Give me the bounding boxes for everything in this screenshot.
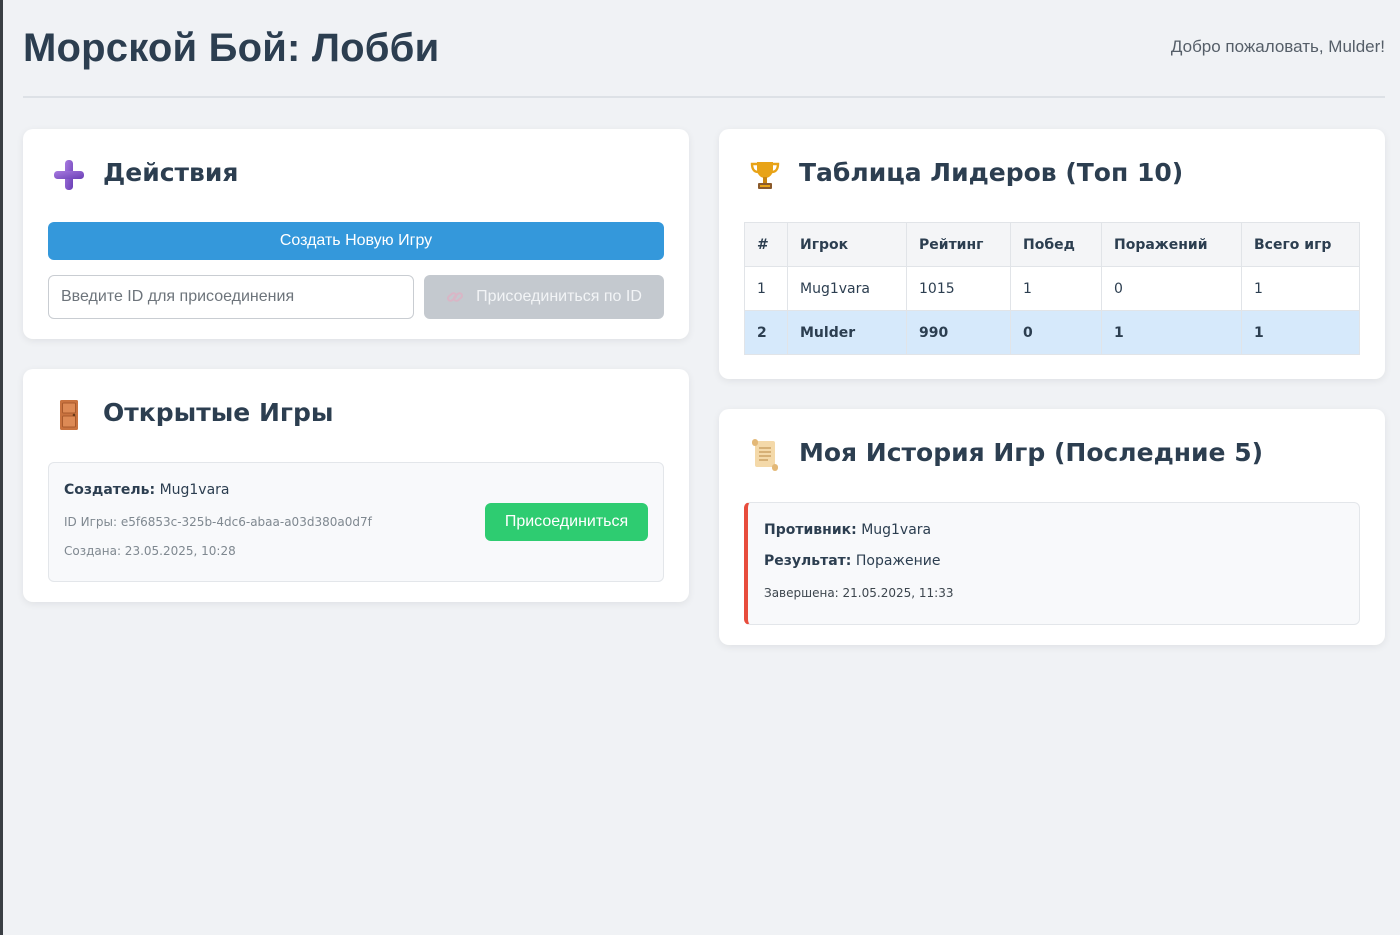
creator-name: Mug1vara: [159, 482, 230, 498]
leaderboard-card: Таблица Лидеров (Топ 10) # Игрок Рейтинг…: [719, 129, 1385, 379]
col-wins: Побед: [1010, 222, 1102, 267]
cell-total: 1: [1241, 310, 1360, 355]
plus-icon: [54, 160, 84, 190]
join-id-input[interactable]: [48, 275, 414, 319]
col-player: Игрок: [787, 222, 907, 267]
cell-losses: 1: [1101, 310, 1242, 355]
game-creator: Создатель: Mug1vara: [64, 482, 230, 498]
actions-card: Действия Создать Новую Игру Присоединить…: [23, 129, 689, 339]
cell-losses: 0: [1101, 266, 1242, 311]
history-finished: Завершена: 21.05.2025, 11:33: [764, 586, 954, 600]
page-title: Морской Бой: Лобби: [23, 26, 440, 70]
leaderboard-table: # Игрок Рейтинг Побед Поражений Всего иг…: [744, 222, 1360, 355]
cell-wins: 0: [1010, 310, 1102, 355]
col-rating: Рейтинг: [906, 222, 1011, 267]
link-icon: [447, 292, 464, 302]
history-card: Моя История Игр (Последние 5) Противник:…: [719, 409, 1385, 645]
result-value: Поражение: [855, 553, 941, 569]
welcome-text: Добро пожаловать, Mulder!: [1170, 37, 1385, 56]
history-opponent: Противник: Mug1vara: [764, 522, 931, 538]
cell-rank: 1: [744, 266, 788, 311]
col-losses: Поражений: [1101, 222, 1242, 267]
game-id: ID Игры: e5f6853c-325b-4dc6-abaa-a03d380…: [64, 515, 372, 529]
cell-rating: 990: [906, 310, 1011, 355]
page-header: Морской Бой: Лобби Добро пожаловать, Mul…: [23, 0, 1385, 98]
table-header-row: # Игрок Рейтинг Побед Поражений Всего иг…: [744, 222, 1360, 267]
result-label: Результат:: [764, 553, 852, 569]
col-total: Всего игр: [1241, 222, 1360, 267]
history-item: Противник: Mug1vara Результат: Поражение…: [744, 502, 1360, 625]
opponent-name: Mug1vara: [861, 522, 932, 538]
cell-rating: 1015: [906, 266, 1011, 311]
open-games-title: Открытые Игры: [103, 398, 334, 427]
window-left-edge: [0, 0, 3, 935]
table-row-current-user: 2 Mulder 990 0 1 1: [744, 310, 1360, 355]
open-games-card: Открытые Игры Создатель: Mug1vara ID Игр…: [23, 369, 689, 602]
creator-label: Создатель:: [64, 482, 156, 498]
history-result: Результат: Поражение: [764, 553, 941, 569]
create-game-button[interactable]: Создать Новую Игру: [48, 222, 664, 260]
game-created: Создана: 23.05.2025, 10:28: [64, 544, 236, 558]
open-game-item: Создатель: Mug1vara ID Игры: e5f6853c-32…: [48, 462, 664, 582]
cell-rank: 2: [744, 310, 788, 355]
door-icon: [60, 400, 78, 430]
scroll-icon: [752, 439, 778, 471]
cell-total: 1: [1241, 266, 1360, 311]
opponent-label: Противник:: [764, 522, 857, 538]
trophy-icon: [750, 162, 780, 189]
cell-wins: 1: [1010, 266, 1102, 311]
table-row: 1 Mug1vara 1015 1 0 1: [744, 266, 1360, 311]
actions-title: Действия: [103, 158, 239, 187]
join-by-id-label: Присоединиться по ID: [476, 288, 642, 305]
join-game-button[interactable]: Присоединиться: [485, 503, 648, 541]
cell-player: Mug1vara: [787, 266, 907, 311]
join-by-id-button[interactable]: Присоединиться по ID: [424, 275, 664, 319]
leaderboard-title: Таблица Лидеров (Топ 10): [799, 158, 1184, 187]
cell-player: Mulder: [787, 310, 907, 355]
col-rank: #: [744, 222, 788, 267]
history-title: Моя История Игр (Последние 5): [799, 438, 1264, 467]
